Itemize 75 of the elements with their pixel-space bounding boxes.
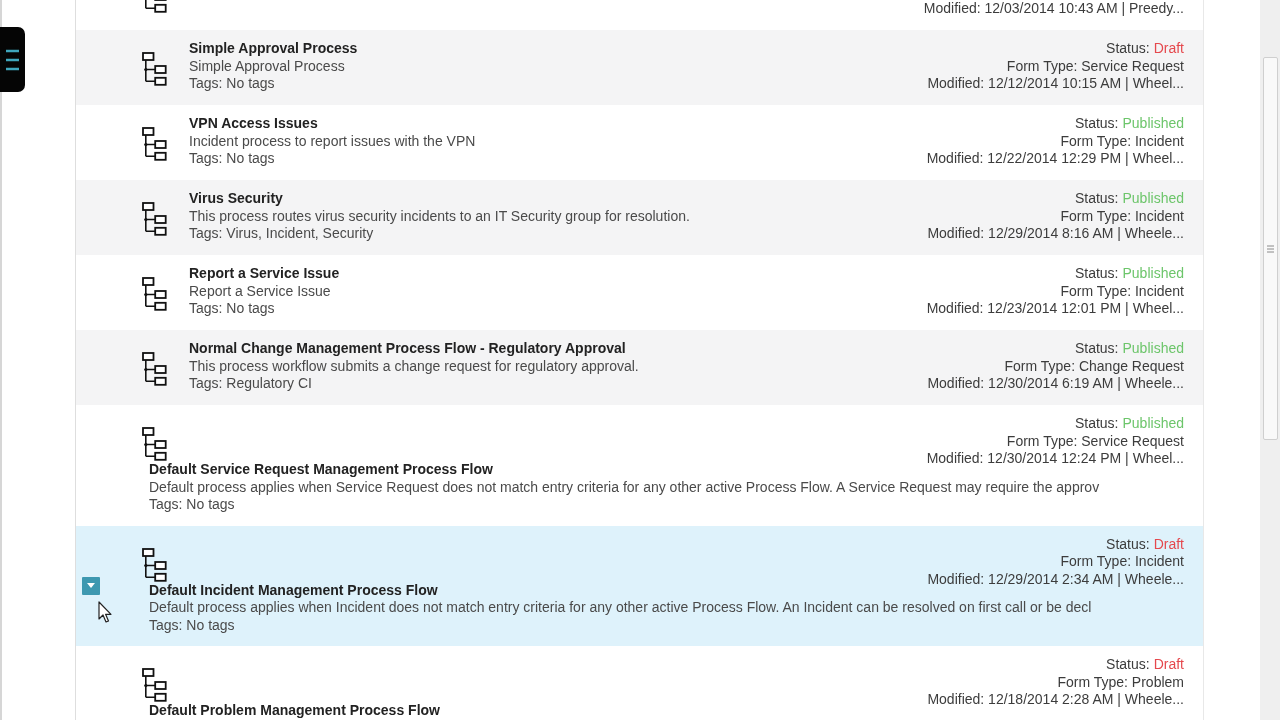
status-label: Status: <box>1074 340 1119 358</box>
status-value: Published <box>1122 115 1184 133</box>
status-label: Status: <box>1106 40 1150 58</box>
form-type-text: Form Type: Service Request <box>1005 432 1184 450</box>
status-label: Status: <box>1074 115 1119 133</box>
process-title: Report a Service Issue <box>189 265 340 283</box>
flowchart-icon <box>142 127 167 161</box>
process-tags: Tags: No tags <box>189 300 275 318</box>
form-type-text: Form Type: Service Request <box>1005 57 1184 75</box>
process-description: Simple Approval Process <box>189 57 345 75</box>
modified-text: Modified: 12/30/2014 6:19 AM | Wheele... <box>927 375 1184 393</box>
status-value: Published <box>1122 340 1184 358</box>
dropdown-button[interactable] <box>82 576 100 595</box>
process-row[interactable] <box>76 180 1203 255</box>
process-row[interactable] <box>76 330 1203 405</box>
flowchart-icon <box>142 52 167 86</box>
status-label: Status: <box>1074 265 1119 283</box>
process-tags: Tags: Virus, Incident, Security <box>189 225 374 243</box>
process-tags: Tags: No tags <box>189 150 275 168</box>
process-tags: Tags: No tags <box>149 616 235 634</box>
status-label: Status: <box>1074 415 1119 433</box>
flowchart-icon <box>142 277 167 311</box>
caret-icon <box>87 583 95 588</box>
process-title: Virus Security <box>189 190 283 208</box>
modified-text: Modified: 12/22/2014 12:29 PM | Wheel... <box>926 150 1184 168</box>
process-title: Normal Change Management Process Flow - Regulatory Approval <box>189 340 626 358</box>
menu-button[interactable] <box>0 27 25 92</box>
process-description: Report a Service Issue <box>189 282 331 300</box>
status-value: Draft <box>1153 40 1184 58</box>
process-tags: Tags: No tags <box>149 496 235 514</box>
status-value: Published <box>1122 190 1184 208</box>
modified-text: Modified: 12/30/2014 12:24 PM | Wheel... <box>926 450 1184 468</box>
menu-icon <box>6 48 19 71</box>
modified-text: Modified: 12/18/2014 2:28 AM | Wheele... <box>927 691 1184 709</box>
flowchart-icon <box>142 668 167 702</box>
flowchart-icon <box>142 352 167 386</box>
form-type-text: Form Type: Incident <box>1059 282 1184 300</box>
process-tags: Tags: Regulatory CI <box>189 375 312 393</box>
flowchart-icon <box>142 202 167 236</box>
flowchart-icon <box>142 0 167 13</box>
scrollbar-thumb[interactable] <box>1262 57 1278 440</box>
process-title: Default Incident Management Process Flow <box>149 581 438 599</box>
form-type-text: Form Type: Incident <box>1059 553 1184 571</box>
process-title: VPN Access Issues <box>189 115 318 133</box>
modified-text: Modified: 12/29/2014 8:16 AM | Wheele... <box>927 225 1184 243</box>
modified-text: Modified: 12/23/2014 12:01 PM | Wheel... <box>926 300 1184 318</box>
mouse-pointer-icon <box>98 601 112 623</box>
process-row[interactable]: Simple Approval Process Simple Approval Process Tags: No tags Status: Draft Form Type: Service Request Modified: 12/12/2014 10:15 AM | Wheel... <box>76 30 1203 105</box>
flowchart-icon <box>142 547 167 582</box>
flowchart-icon <box>142 427 167 461</box>
process-description: Default process applies when Incident does not match entry criteria for any other active Process Flow. An Incident can be resolved on first call or be decl <box>149 599 1092 617</box>
process-row[interactable] <box>76 525 1203 646</box>
status-value: Published <box>1122 265 1184 283</box>
modified-text: Modified: 12/03/2014 10:43 AM | Preedy... <box>923 0 1184 18</box>
status-label: Status: <box>1074 190 1119 208</box>
process-description: Default process applies when Service Request does not match entry criteria for any other active Process Flow. A Service Request may require the approv <box>149 478 1100 496</box>
status-label: Status: <box>1106 656 1150 674</box>
status-value: Published <box>1122 415 1184 433</box>
status-value: Draft <box>1153 535 1184 553</box>
process-title: Simple Approval Process <box>189 40 358 58</box>
status-value: Draft <box>1153 656 1184 674</box>
status-label: Status: <box>1106 535 1150 553</box>
process-title: Default Problem Management Process Flow <box>149 702 440 720</box>
form-type-text: Form Type: Incident <box>1059 207 1184 225</box>
modified-text: Modified: 12/29/2014 2:34 AM | Wheele... <box>927 570 1184 588</box>
form-type-text: Form Type: Problem <box>1056 673 1184 691</box>
process-title: Default Service Request Management Process Flow <box>149 461 493 479</box>
process-description: This process workflow submits a change request for regulatory approval. <box>189 357 639 375</box>
process-description: This process routes virus security incidents to an IT Security group for resolution. <box>189 207 690 225</box>
process-description: Incident process to report issues with the VPN <box>189 132 476 150</box>
grip-icon <box>1266 244 1274 253</box>
form-type-text: Form Type: Change Request <box>1003 357 1184 375</box>
form-type-text: Form Type: Incident <box>1059 132 1184 150</box>
modified-text: Modified: 12/12/2014 10:15 AM | Wheel... <box>927 75 1184 93</box>
process-tags: Tags: No tags <box>189 75 275 93</box>
